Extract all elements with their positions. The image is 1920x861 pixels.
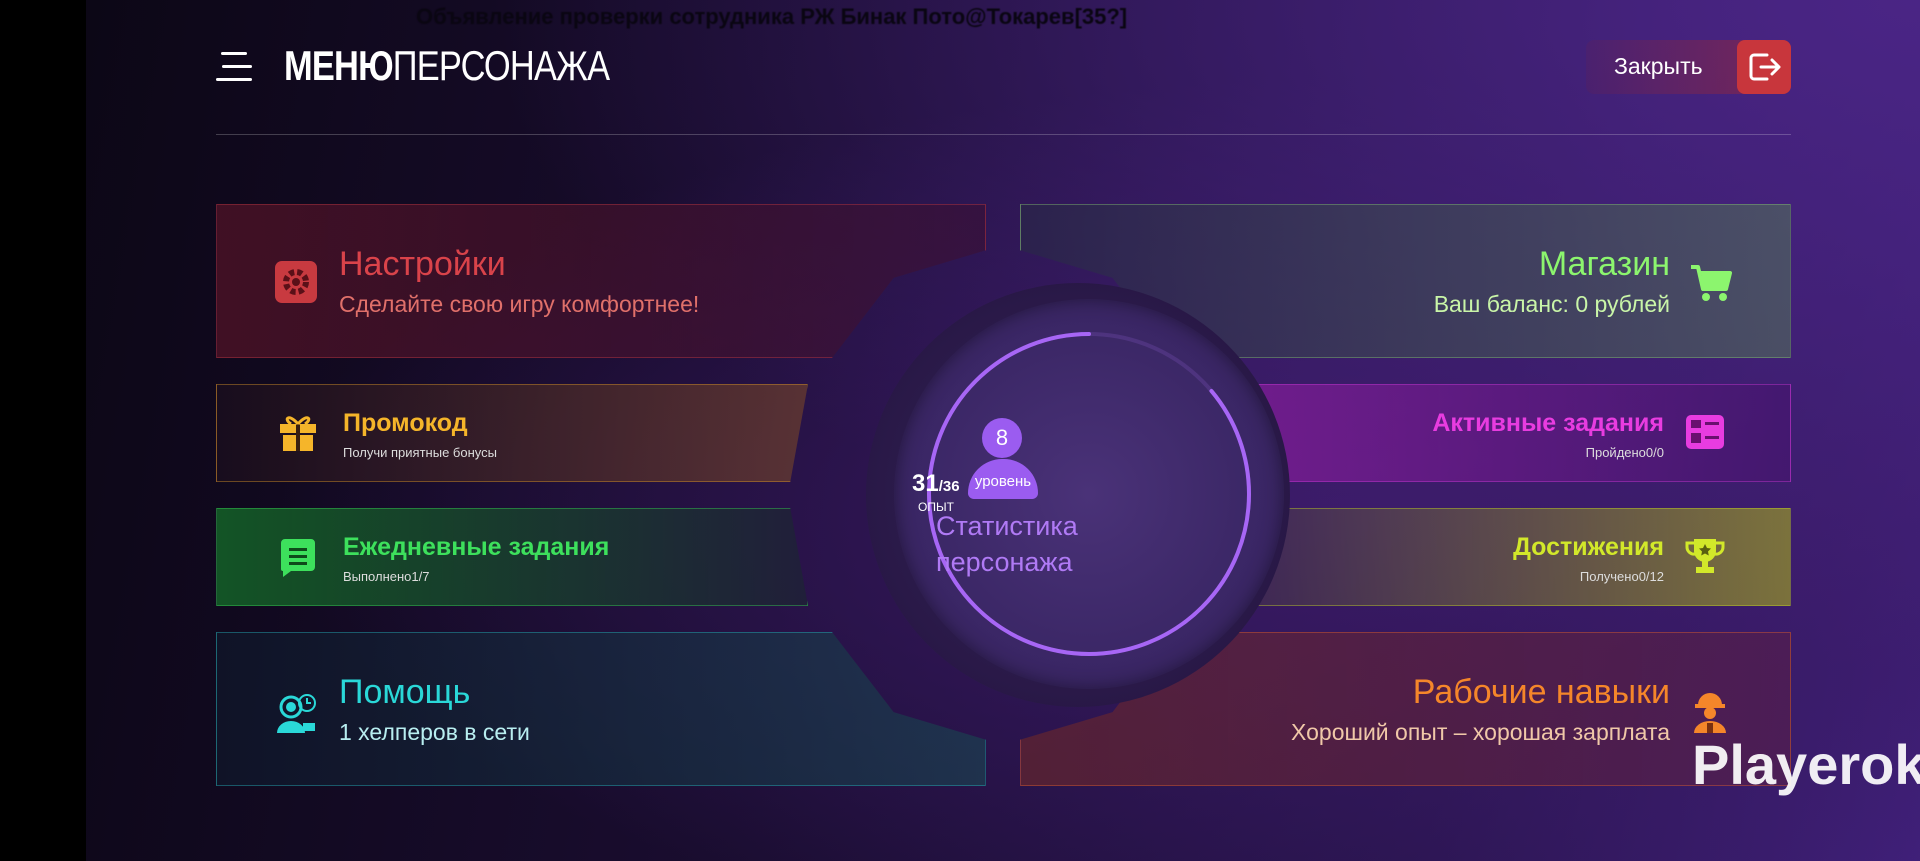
work-skills-title: Рабочие навыки	[1412, 673, 1670, 711]
stats-label-line2: персонажа	[936, 547, 1073, 577]
support-agent-icon	[273, 691, 319, 737]
settings-subtitle: Сделайте свою игру комфортнее!	[339, 291, 700, 317]
xp-value: 31/36	[912, 470, 960, 498]
gear-icon	[273, 259, 319, 305]
level-number: 8	[982, 418, 1022, 458]
help-subtitle: 1 хелперов в сети	[339, 719, 530, 745]
work-skills-subtitle: Хороший опыт – хорошая зарплата	[1291, 719, 1670, 745]
shop-title: Магазин	[1538, 245, 1670, 283]
gift-icon	[277, 411, 323, 457]
settings-title: Настройки	[339, 245, 506, 283]
worker-icon	[1688, 689, 1734, 735]
header-divider	[216, 134, 1791, 135]
page-title-bold: МЕНЮ	[284, 42, 394, 89]
daily-tasks-subtitle: Выполнено1/7	[343, 569, 430, 584]
xp-max: /36	[938, 478, 960, 495]
active-tasks-title: Активные задания	[1432, 409, 1664, 437]
achievements-title: Достижения	[1513, 533, 1664, 561]
cart-icon	[1688, 259, 1734, 305]
menu-icon[interactable]	[216, 50, 252, 84]
promo-title: Промокод	[343, 409, 468, 437]
stats-label: Статистика персонажа	[936, 508, 1078, 580]
trophy-icon	[1684, 535, 1730, 581]
chat-list-icon	[277, 537, 323, 583]
help-title: Помощь	[339, 673, 471, 711]
close-button[interactable]: Закрыть	[1586, 40, 1791, 94]
stats-label-line1: Статистика	[936, 511, 1078, 541]
background-notification-text: Объявление проверки сотрудника РЖ Бинак …	[416, 4, 1128, 29]
promo-card[interactable]: Промокод Получи приятные бонусы	[216, 384, 808, 482]
xp-current: 31	[912, 470, 939, 497]
help-card[interactable]: Помощь 1 хелперов в сети	[216, 632, 986, 786]
exit-icon	[1737, 40, 1791, 94]
shop-subtitle: Ваш баланс: 0 рублей	[1433, 291, 1670, 317]
task-card-icon	[1684, 411, 1730, 457]
xp-label: ОПЫТ	[918, 500, 954, 514]
daily-tasks-card[interactable]: Ежедневные задания Выполнено1/7	[216, 508, 808, 606]
promo-subtitle: Получи приятные бонусы	[343, 445, 497, 460]
active-tasks-subtitle: Пройдено0/0	[1585, 445, 1664, 460]
page-title: МЕНЮПЕРСОНАЖА	[284, 42, 610, 90]
close-button-label: Закрыть	[1614, 53, 1703, 79]
watermark-logo: Playerok	[1692, 733, 1920, 796]
settings-card[interactable]: Настройки Сделайте свою игру комфортнее!	[216, 204, 986, 358]
character-menu-screen: Объявление проверки сотрудника РЖ Бинак …	[86, 0, 1920, 861]
daily-tasks-title: Ежедневные задания	[343, 533, 610, 561]
achievements-subtitle: Получено0/12	[1579, 569, 1664, 584]
page-title-rest: ПЕРСОНАЖА	[392, 42, 610, 89]
